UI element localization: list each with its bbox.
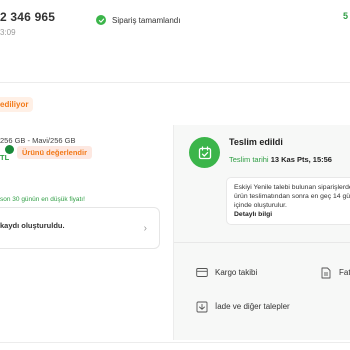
info-box: Eskiyi Yenile talebi bulunan siparişlerd… [226, 177, 350, 225]
calendar-check-icon [189, 137, 220, 168]
return-requests-button[interactable]: İade ve diğer talepler [196, 301, 290, 313]
return-box-icon [196, 301, 208, 313]
delivery-title: Teslim edildi [229, 137, 283, 147]
cargo-tracking-label: Kargo takibi [215, 268, 258, 277]
bottom-divider [0, 342, 350, 343]
header-divider [0, 82, 350, 83]
shipment-status-badge: ediliyor [0, 97, 34, 112]
order-status-label: Sipariş tamamlandı [112, 15, 181, 25]
review-product-button[interactable]: Ürünü değerlendir [17, 146, 93, 159]
record-card[interactable]: kaydı oluşturuldu. › [0, 207, 160, 249]
panel-divider [174, 242, 350, 243]
document-icon [320, 267, 332, 279]
order-number: 2 346 965 [0, 10, 56, 24]
product-variant: 256 GB - Mavi/256 GB [0, 136, 76, 145]
delivery-panel: Teslim edildi Teslim tarihi 13 Kas Pts, … [173, 125, 350, 340]
check-circle-icon [96, 15, 106, 25]
return-requests-label: İade ve diğer talepler [215, 302, 290, 311]
order-status: Sipariş tamamlandı [96, 15, 180, 25]
chevron-right-icon: › [143, 223, 147, 234]
order-total: 5 [343, 11, 349, 21]
record-text: kaydı oluşturuldu. [0, 221, 65, 230]
product-price: TL [0, 153, 10, 162]
order-time: 3:09 [0, 28, 16, 37]
lowest-price-note: son 30 günün en düşük fiyatı! [0, 196, 85, 203]
invoice-button[interactable]: Fatura [320, 267, 350, 279]
detail-link[interactable]: Detaylı bilgi [234, 210, 350, 219]
invoice-label: Fatura [339, 268, 350, 277]
truck-icon [196, 267, 208, 278]
delivery-date: Teslim tarihi 13 Kas Pts, 15:56 [229, 155, 332, 164]
info-text: Eskiyi Yenile talebi bulunan siparişlerd… [234, 184, 350, 209]
delivery-date-prefix: Teslim tarihi [229, 155, 269, 164]
delivery-date-value: 13 Kas Pts, 15:56 [270, 155, 332, 164]
cargo-tracking-button[interactable]: Kargo takibi [196, 267, 257, 278]
